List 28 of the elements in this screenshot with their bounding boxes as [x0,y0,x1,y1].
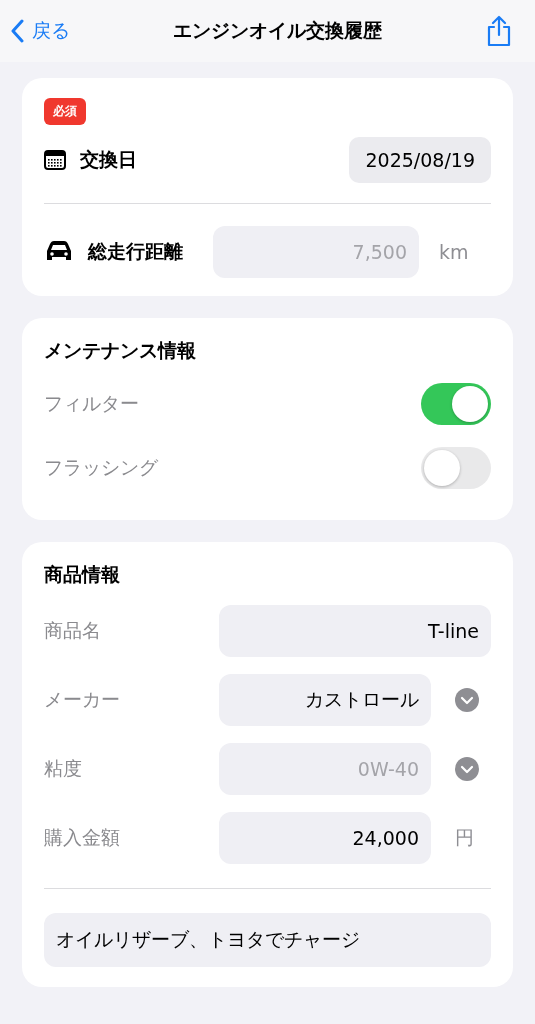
section-title: メンテナンス情報 [44,338,197,363]
field-label: 総走行距離 [88,239,183,264]
back-button[interactable]: 戻る [10,18,70,44]
chevron-down-icon[interactable] [455,757,479,781]
calendar-icon [44,150,66,170]
toggle-switch[interactable] [421,447,491,489]
date-picker[interactable]: 2025/08/19 [349,137,491,183]
memo-field[interactable]: オイルリザーブ、トヨタでチャージ [44,913,491,967]
car-icon [44,241,74,263]
required-badge: 必須 [44,98,86,125]
unit-label: km [439,241,469,263]
toggle-switch[interactable] [421,383,491,425]
field-label: 粘度 [44,756,83,781]
chevron-down-icon[interactable] [455,688,479,712]
field-label: 商品名 [44,618,102,643]
input-field[interactable]: カストロール [219,674,431,726]
field-label: 購入金額 [44,825,121,850]
unit-label: 円 [455,825,474,850]
input-field[interactable]: 24,000 [219,812,431,864]
toggle-label: フィルター [44,391,139,416]
field-label: 交換日 [80,147,137,172]
field-label: メーカー [44,687,121,712]
share-icon[interactable] [485,15,513,47]
toggle-label: フラッシング [44,455,158,480]
screen-title: エンジンオイル交換履歴 [173,18,382,43]
chevron-left-icon[interactable] [10,19,24,43]
section-title: 商品情報 [44,562,121,587]
input-field[interactable]: T-line [219,605,491,657]
